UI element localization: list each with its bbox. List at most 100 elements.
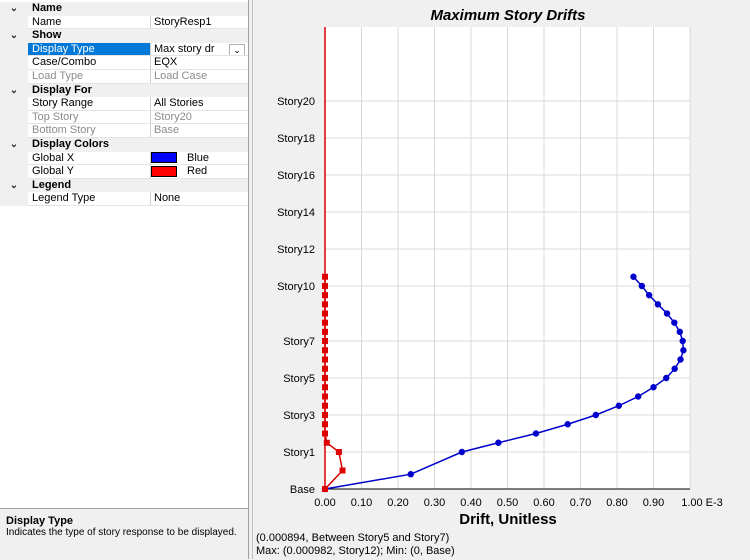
y-tick-label: Story18 — [277, 133, 315, 145]
property-top-story: Top Story Story20 — [0, 110, 248, 125]
y-tick-label: Story12 — [277, 244, 315, 256]
story-drift-chart: Maximum Story Drifts 0.00 0.10 0.20 0.30 0.40… — [253, 0, 750, 532]
color-swatch[interactable] — [151, 165, 177, 177]
chevron-down-icon[interactable]: ⌄ — [0, 30, 28, 41]
property-value-text: Story20 — [154, 110, 192, 123]
series-point — [671, 365, 678, 372]
property-value[interactable]: Blue — [150, 151, 248, 166]
property-value: Story20 — [150, 110, 248, 125]
series-point — [339, 467, 346, 474]
property-value[interactable]: StoryResp1 — [150, 15, 248, 30]
property-value[interactable]: EQX — [150, 56, 248, 70]
property-name: Display Type — [28, 42, 150, 57]
category-display-for[interactable]: ⌄ Display For — [0, 83, 248, 98]
description-panel: Display Type Indicates the type of story… — [0, 508, 248, 560]
property-value-text: Load Case — [154, 69, 208, 82]
property-value-text: Base — [154, 124, 180, 137]
category-label: Show — [32, 29, 62, 42]
color-swatch[interactable] — [151, 152, 177, 164]
property-global-x[interactable]: Global X Blue — [0, 151, 248, 166]
category-name[interactable]: ⌄ Name — [0, 2, 248, 16]
property-name: Bottom Story — [28, 124, 150, 138]
chart-title: Maximum Story Drifts — [430, 7, 585, 24]
description-title: Display Type — [6, 515, 74, 527]
category-label: Name — [32, 2, 62, 14]
x-tick-label: 0.50 — [497, 497, 518, 509]
series-point — [645, 291, 653, 299]
series-point — [630, 273, 637, 280]
status-cursor-readout: (0.000894, Between Story5 and Story7) — [256, 532, 450, 544]
series-point — [663, 374, 670, 382]
series-point — [532, 430, 540, 437]
x-tick-label: 0.90 — [643, 497, 664, 509]
property-bottom-story: Bottom Story Base — [0, 124, 248, 138]
x-tick-label: 0.00 — [314, 497, 335, 509]
chevron-down-icon[interactable]: ⌄ — [0, 180, 28, 191]
series-point — [680, 347, 687, 354]
y-tick-label: Base — [290, 484, 315, 496]
property-name: Story Range — [28, 97, 150, 111]
property-grid: ⌄ Name Name StoryResp1 ⌄ Show Display Type Max … — [0, 2, 248, 206]
series-point — [335, 449, 342, 455]
series-point — [671, 319, 678, 326]
property-value: Base — [150, 124, 248, 138]
property-value[interactable]: None — [150, 192, 248, 206]
property-case-combo[interactable]: Case/Combo EQX — [0, 56, 248, 70]
series-point — [495, 439, 502, 446]
chevron-down-icon[interactable]: ⌄ — [0, 85, 28, 96]
property-value-text: All Stories — [154, 97, 204, 110]
property-name: Global X — [28, 152, 150, 166]
x-tick-label: 0.20 — [387, 497, 408, 509]
property-load-type: Load Type Load Case — [0, 69, 248, 84]
y-tick-label: Story16 — [277, 170, 315, 182]
y-tick-label: Story5 — [283, 373, 315, 385]
property-name: Load Type — [28, 70, 150, 84]
property-value-text: None — [154, 192, 181, 205]
property-value-text: Red — [187, 165, 208, 178]
property-name: Legend Type — [28, 192, 150, 206]
series-point — [650, 384, 657, 391]
series-point — [663, 310, 671, 317]
category-display-colors[interactable]: ⌄ Display Colors — [0, 137, 248, 152]
property-value[interactable]: Red — [150, 165, 248, 179]
category-label: Display For — [32, 83, 92, 96]
series-point — [677, 356, 684, 363]
property-name: Global Y — [28, 165, 150, 179]
properties-panel: ⌄ Name Name StoryResp1 ⌄ Show Display Type Max … — [0, 0, 249, 560]
y-tick-label: Story20 — [277, 96, 315, 108]
x-axis-label: Drift, Unitless — [459, 511, 557, 528]
property-value[interactable]: All Stories — [150, 97, 248, 111]
property-name: Top Story — [28, 111, 150, 125]
series-point — [654, 301, 662, 308]
property-display-type[interactable]: Display Type Max story dr ⌄ — [0, 42, 248, 57]
x-tick-label: 0.30 — [424, 497, 445, 509]
property-value-text: EQX — [154, 56, 178, 69]
chart-panel: Maximum Story Drifts 0.00 0.10 0.20 0.30 0.40… — [252, 0, 750, 559]
description-text: Indicates the type of story response to … — [6, 527, 237, 538]
property-global-y[interactable]: Global Y Red — [0, 165, 248, 179]
category-show[interactable]: ⌄ Show — [0, 29, 248, 43]
property-value-text: StoryResp1 — [154, 15, 212, 28]
series-point — [458, 448, 466, 456]
x-tick-label: 0.10 — [351, 497, 372, 509]
category-legend[interactable]: ⌄ Legend — [0, 178, 248, 193]
category-label: Display Colors — [32, 137, 110, 150]
property-name[interactable]: Name StoryResp1 — [0, 15, 248, 30]
series-point — [407, 471, 414, 478]
property-story-range[interactable]: Story Range All Stories — [0, 97, 248, 111]
x-tick-label: 0.70 — [570, 497, 591, 509]
property-legend-type[interactable]: Legend Type None — [0, 192, 248, 206]
x-tick-label: 0.40 — [460, 497, 481, 509]
y-tick-label: Story14 — [277, 207, 315, 219]
series-point — [564, 421, 571, 428]
y-tick-label: Story3 — [283, 410, 315, 422]
chevron-down-icon[interactable]: ⌄ — [0, 3, 28, 14]
property-name: Name — [28, 16, 150, 30]
x-tick-label: 1.00 E-3 — [681, 497, 723, 509]
property-value: Load Case — [150, 69, 248, 84]
property-value[interactable]: Max story dr ⌄ — [150, 42, 248, 57]
category-label: Legend — [32, 178, 72, 191]
chevron-down-icon[interactable]: ⌄ — [0, 139, 28, 150]
dropdown-arrow-icon[interactable]: ⌄ — [229, 43, 245, 56]
y-tick-label: Story7 — [283, 336, 315, 348]
